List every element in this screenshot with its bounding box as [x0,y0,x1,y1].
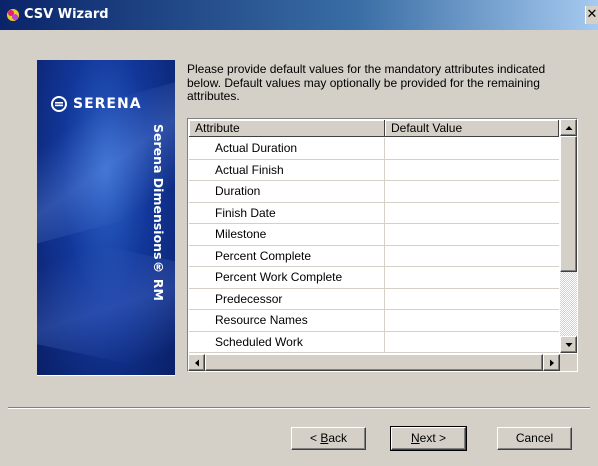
window-title: CSV Wizard [24,7,109,22]
scrollbar-corner [560,354,577,371]
default-value-cell[interactable] [385,224,559,245]
default-value-cell[interactable] [385,310,559,331]
attribute-cell: Finish Date [189,202,385,223]
arrow-left-icon [194,359,199,366]
next-suffix: > [435,431,447,445]
column-header-attribute[interactable]: Attribute [189,120,385,137]
horizontal-scroll-thumb[interactable] [205,354,543,371]
attribute-cell: Actual Duration [189,138,385,159]
default-value-cell[interactable] [385,289,559,310]
scroll-up-button[interactable] [560,119,577,136]
table-row[interactable]: Finish Date [189,202,559,224]
next-mnemonic: N [410,431,420,445]
default-value-cell[interactable] [385,181,559,202]
default-value-cell[interactable] [385,246,559,267]
horizontal-scrollbar[interactable] [188,354,560,371]
back-label: ack [328,431,348,445]
button-separator [8,407,590,409]
table-row[interactable]: Percent Complete [189,245,559,267]
back-prefix: < [309,431,321,445]
vertical-scrollbar[interactable] [560,119,577,353]
next-label: ext [419,431,436,445]
back-button[interactable]: < Back [291,427,366,450]
next-button[interactable]: Next > [390,426,467,451]
arrow-right-icon [549,359,554,366]
table-row[interactable]: Duration [189,181,559,203]
vertical-scroll-thumb[interactable] [560,136,577,272]
scroll-down-button[interactable] [560,336,577,353]
attribute-cell: Percent Complete [189,245,385,266]
instruction-text: Please provide default values for the ma… [187,62,546,103]
table-row[interactable]: Percent Work Complete [189,267,559,289]
attribute-cell: Milestone [189,224,385,245]
attribute-cell: Scheduled Work [189,331,385,352]
close-button[interactable]: ✕ [585,6,598,24]
default-value-cell[interactable] [385,267,559,288]
scroll-right-button[interactable] [543,354,560,371]
attribute-cell: Actual Finish [189,159,385,180]
default-value-cell[interactable] [385,332,559,353]
scroll-left-button[interactable] [188,354,205,371]
arrow-down-icon [565,342,572,347]
grid-rows: Actual Duration Actual Finish Duration F… [189,138,559,353]
serena-logo-text: SERENA [73,96,142,112]
attribute-grid[interactable]: Attribute Default Value Actual Duration … [187,118,578,372]
table-row[interactable]: Resource Names [189,310,559,332]
attribute-cell: Resource Names [189,310,385,331]
table-row[interactable]: Predecessor [189,288,559,310]
wizard-banner: SERENA Serena Dimensions® RM [37,60,175,375]
product-name: Serena Dimensions® RM [151,124,166,301]
attribute-cell: Predecessor [189,288,385,309]
cancel-button[interactable]: Cancel [497,427,572,450]
attribute-cell: Percent Work Complete [189,267,385,288]
title-bar: CSV Wizard ✕ [0,0,598,30]
close-icon: ✕ [586,7,598,22]
table-row[interactable]: Milestone [189,224,559,246]
table-row[interactable]: Actual Duration [189,138,559,160]
table-row[interactable]: Scheduled Work [189,331,559,353]
default-value-cell[interactable] [385,138,559,159]
column-header-default-value[interactable]: Default Value [385,120,559,137]
default-value-cell[interactable] [385,160,559,181]
banner-underline [37,375,175,376]
wizard-app-icon [7,9,19,21]
table-row[interactable]: Actual Finish [189,159,559,181]
attribute-cell: Duration [189,181,385,202]
arrow-up-icon [565,125,572,130]
default-value-cell[interactable] [385,203,559,224]
grid-header: Attribute Default Value [189,120,559,137]
serena-logo-icon [51,96,67,112]
